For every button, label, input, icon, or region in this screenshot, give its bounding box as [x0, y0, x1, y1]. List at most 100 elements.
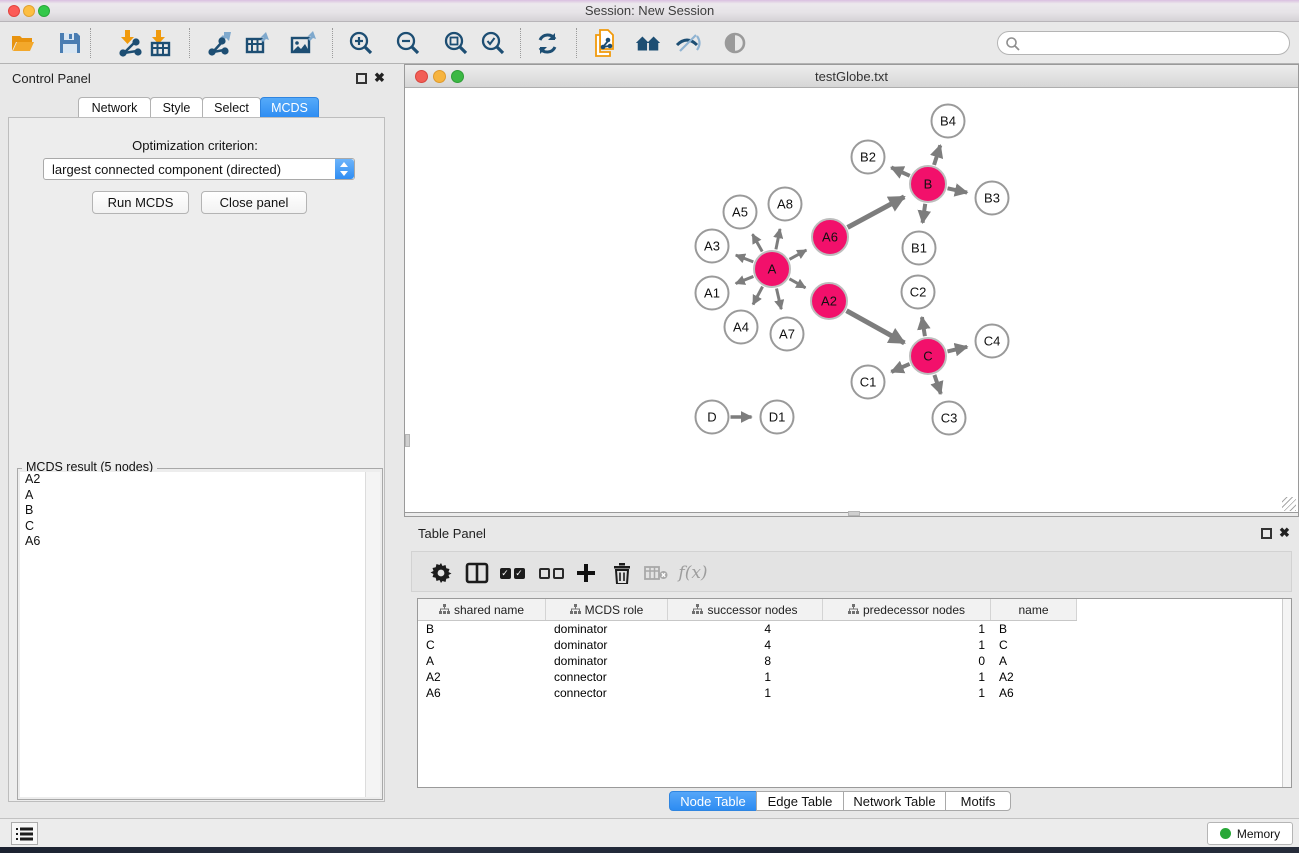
graph-edge-C-C1[interactable]	[891, 364, 909, 372]
deselect-all-columns-icon[interactable]	[538, 560, 564, 586]
result-list-item[interactable]: C	[20, 519, 367, 535]
network-canvas[interactable]: AA1A2A3A4A5A6A7A8BB1B2B3B4CC1C2C3C4DD1	[405, 88, 1298, 513]
split-view-icon[interactable]	[464, 560, 490, 586]
table-cell[interactable]: 0	[823, 653, 991, 669]
table-scrollbar[interactable]	[1282, 599, 1291, 787]
table-cell[interactable]: 1	[668, 685, 823, 701]
table-cell[interactable]: connector	[546, 685, 668, 701]
table-cell[interactable]: 4	[668, 637, 823, 653]
graph-edge-B-B1[interactable]	[923, 204, 926, 223]
result-list-scrollbar[interactable]	[365, 472, 380, 797]
run-mcds-button[interactable]: Run MCDS	[92, 191, 189, 214]
table-row[interactable]: A2connector11A2	[418, 669, 1281, 685]
search-input[interactable]	[1024, 34, 1282, 52]
graph-edge-A-A1[interactable]	[736, 276, 754, 283]
column-header-shared-name[interactable]: shared name	[418, 599, 546, 620]
first-neighbors-icon[interactable]	[634, 29, 662, 57]
tab-style[interactable]: Style	[150, 97, 203, 118]
table-row[interactable]: Bdominator41B	[418, 621, 1281, 637]
canvas-vertical-scrollbar[interactable]	[405, 434, 410, 447]
float-table-panel-icon[interactable]	[1261, 528, 1272, 539]
select-all-columns-icon[interactable]: ✓✓	[499, 560, 525, 586]
zoom-out-icon[interactable]	[394, 29, 422, 57]
column-header-mcds-role[interactable]: MCDS role	[546, 599, 668, 620]
memory-button[interactable]: Memory	[1207, 822, 1293, 845]
tab-select[interactable]: Select	[202, 97, 261, 118]
clone-network-icon[interactable]	[591, 29, 619, 57]
table-cell[interactable]: A6	[418, 685, 546, 701]
graph-edge-A6-B[interactable]	[848, 197, 905, 228]
graph-edge-B-B3[interactable]	[948, 188, 968, 192]
graph-edge-A2-C[interactable]	[846, 311, 904, 343]
result-list-item[interactable]: A2	[20, 472, 367, 488]
open-file-icon[interactable]	[9, 29, 37, 57]
search-field[interactable]	[997, 31, 1290, 55]
tab-network-table[interactable]: Network Table	[843, 791, 946, 811]
hide-selected-icon[interactable]	[674, 29, 702, 57]
optimization-criterion-dropdown[interactable]: largest connected component (directed)	[43, 158, 355, 180]
table-cell[interactable]: B	[418, 621, 546, 637]
tab-node-table[interactable]: Node Table	[669, 791, 757, 811]
table-cell[interactable]: connector	[546, 669, 668, 685]
save-session-icon[interactable]	[56, 29, 84, 57]
table-cell[interactable]: C	[991, 637, 1077, 653]
close-table-panel-icon[interactable]: ✖	[1279, 525, 1290, 541]
tab-network[interactable]: Network	[78, 97, 151, 118]
zoom-fit-icon[interactable]	[442, 29, 470, 57]
result-list-item[interactable]: A6	[20, 534, 367, 550]
graph-edge-C-C3[interactable]	[934, 375, 940, 394]
column-header-predecessor-nodes[interactable]: predecessor nodes	[823, 599, 991, 620]
table-cell[interactable]: dominator	[546, 653, 668, 669]
graph-edge-C-C4[interactable]	[947, 347, 967, 352]
table-row[interactable]: A6connector11A6	[418, 685, 1281, 701]
table-row[interactable]: Cdominator41C	[418, 637, 1281, 653]
table-cell[interactable]: A6	[991, 685, 1077, 701]
tab-motifs[interactable]: Motifs	[945, 791, 1011, 811]
graph-edge-B-B2[interactable]	[891, 167, 910, 175]
export-network-icon[interactable]	[206, 29, 234, 57]
table-settings-icon[interactable]	[428, 560, 454, 586]
show-panels-button[interactable]	[11, 822, 38, 845]
window-resize-grip[interactable]	[1282, 497, 1296, 511]
table-cell[interactable]: A	[418, 653, 546, 669]
delete-column-icon[interactable]	[609, 560, 635, 586]
refresh-icon[interactable]	[533, 29, 561, 57]
table-cell[interactable]: C	[418, 637, 546, 653]
import-table-icon[interactable]	[146, 29, 174, 57]
table-cell[interactable]: dominator	[546, 637, 668, 653]
show-graphics-details-icon[interactable]	[721, 29, 749, 57]
table-cell[interactable]: A	[991, 653, 1077, 669]
graph-edge-A-A7[interactable]	[776, 288, 781, 309]
graph-edge-B-B4[interactable]	[934, 145, 940, 165]
graph-edge-A-A2[interactable]	[789, 279, 805, 288]
table-cell[interactable]: dominator	[546, 621, 668, 637]
add-column-icon[interactable]	[573, 560, 599, 586]
close-panel-button[interactable]: Close panel	[201, 191, 307, 214]
column-header-name[interactable]: name	[991, 599, 1077, 620]
result-list-item[interactable]: B	[20, 503, 367, 519]
zoom-in-icon[interactable]	[347, 29, 375, 57]
canvas-horizontal-scrollbar[interactable]	[848, 511, 860, 516]
export-table-icon[interactable]	[243, 29, 271, 57]
zoom-selected-icon[interactable]	[479, 29, 507, 57]
table-cell[interactable]: 1	[668, 669, 823, 685]
table-cell[interactable]: A2	[991, 669, 1077, 685]
graph-edge-A-A4[interactable]	[753, 287, 763, 305]
table-cell[interactable]: 8	[668, 653, 823, 669]
table-cell[interactable]: 1	[823, 685, 991, 701]
close-panel-icon[interactable]: ✖	[374, 70, 385, 86]
export-image-icon[interactable]	[289, 29, 317, 57]
result-list-item[interactable]: A	[20, 488, 367, 504]
import-network-icon[interactable]	[115, 29, 143, 57]
table-cell[interactable]: B	[991, 621, 1077, 637]
table-cell[interactable]: 4	[668, 621, 823, 637]
graph-edge-C-C2[interactable]	[922, 317, 925, 336]
table-cell[interactable]: 1	[823, 637, 991, 653]
graph-edge-A-A3[interactable]	[736, 255, 754, 262]
graph-edge-A-A5[interactable]	[752, 234, 762, 251]
graph-edge-A-A6[interactable]	[790, 250, 807, 259]
network-graph[interactable]: AA1A2A3A4A5A6A7A8BB1B2B3B4CC1C2C3C4DD1	[405, 88, 1298, 512]
column-header-successor-nodes[interactable]: successor nodes	[668, 599, 823, 620]
tab-edge-table[interactable]: Edge Table	[756, 791, 844, 811]
graph-edge-A-A8[interactable]	[776, 229, 780, 249]
